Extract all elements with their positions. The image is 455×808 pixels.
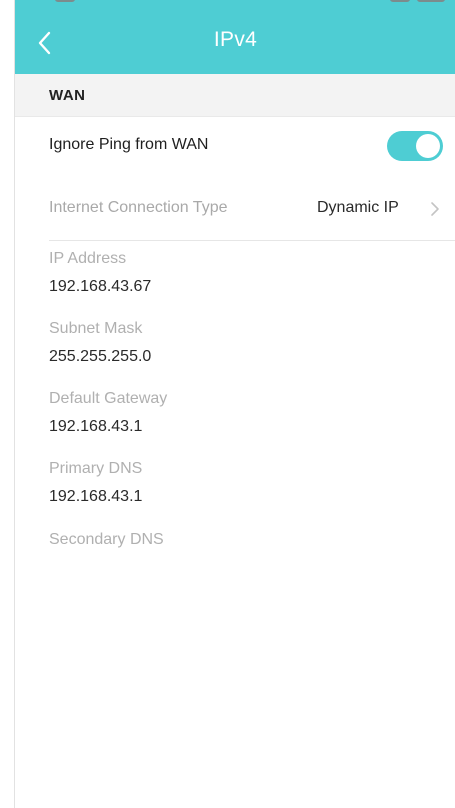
chevron-right-icon xyxy=(431,202,439,216)
section-header-wan: WAN xyxy=(15,74,455,117)
status-bar-signal-fragment xyxy=(390,0,410,2)
status-bar-time-fragment xyxy=(55,0,75,2)
default-gateway-value: 192.168.43.1 xyxy=(49,418,143,435)
subnet-mask-value: 255.255.255.0 xyxy=(49,348,152,365)
page-title: IPv4 xyxy=(213,28,258,51)
default-gateway-field: Default Gateway 192.168.43.1 xyxy=(49,390,167,436)
ignore-ping-label: Ignore Ping from WAN xyxy=(49,136,209,153)
ip-address-field: IP Address 192.168.43.67 xyxy=(49,250,151,296)
connection-type-row[interactable]: Internet Connection Type Dynamic IP xyxy=(15,176,455,240)
primary-dns-label: Primary DNS xyxy=(49,460,143,477)
phone-screen: IPv4 WAN Ignore Ping from WAN Internet C… xyxy=(14,0,455,808)
subnet-mask-field: Subnet Mask 255.255.255.0 xyxy=(49,320,151,366)
secondary-dns-label: Secondary DNS xyxy=(49,531,164,548)
status-bar xyxy=(15,0,455,8)
app-bar: IPv4 xyxy=(15,8,455,74)
subnet-mask-label: Subnet Mask xyxy=(49,320,143,337)
status-bar-battery-fragment xyxy=(417,0,445,2)
section-title: WAN xyxy=(49,87,86,104)
ip-address-label: IP Address xyxy=(49,250,127,267)
primary-dns-value: 192.168.43.1 xyxy=(49,488,143,505)
default-gateway-label: Default Gateway xyxy=(49,390,168,407)
ignore-ping-row: Ignore Ping from WAN xyxy=(15,117,455,173)
ignore-ping-toggle[interactable] xyxy=(387,131,443,161)
connection-type-label: Internet Connection Type xyxy=(49,199,228,216)
toggle-knob xyxy=(416,134,440,158)
primary-dns-field: Primary DNS 192.168.43.1 xyxy=(49,460,142,506)
connection-type-value: Dynamic IP xyxy=(317,199,399,216)
divider xyxy=(49,240,455,241)
ip-address-value: 192.168.43.67 xyxy=(49,278,152,295)
secondary-dns-field: Secondary DNS xyxy=(49,531,164,559)
